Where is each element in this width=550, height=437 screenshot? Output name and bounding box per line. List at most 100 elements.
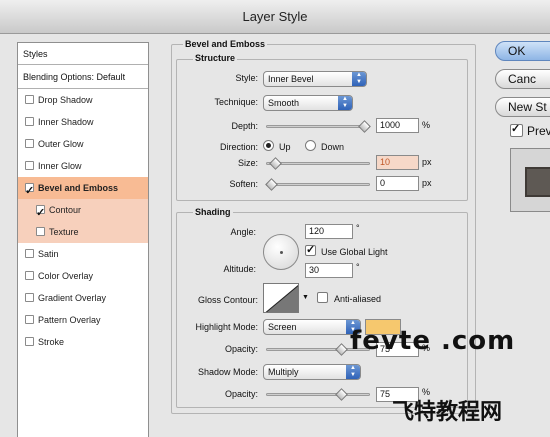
chevron-updown-icon: ▲ ▼ [338, 96, 352, 110]
size-label: Size: [237, 158, 258, 168]
preview-swatch [525, 167, 550, 197]
direction-up-label: Up [279, 142, 291, 152]
technique-select[interactable]: Smooth ▲ ▼ [263, 95, 353, 111]
style-item-label: Inner Glow [38, 161, 82, 171]
angle-field[interactable]: 120 [305, 224, 353, 239]
chevron-updown-icon: ▲ ▼ [346, 365, 360, 379]
style-item-checkbox[interactable] [25, 337, 34, 346]
direction-down-radio[interactable] [305, 140, 316, 151]
style-item-label: Bevel and Emboss [38, 183, 119, 193]
highlight-mode-value: Screen [268, 322, 297, 332]
angle-dial[interactable] [263, 234, 299, 270]
style-item-texture[interactable]: Texture [18, 221, 148, 243]
preview-checkbox[interactable] [510, 122, 523, 137]
style-item-checkbox[interactable] [25, 95, 34, 104]
angle-label: Angle: [230, 227, 256, 237]
style-item-checkbox[interactable] [25, 271, 34, 280]
depth-label: Depth: [231, 121, 258, 131]
technique-value: Smooth [268, 98, 300, 108]
dialog-body: Styles Blending Options: Default Drop Sh… [0, 34, 550, 437]
style-item-checkbox[interactable] [25, 315, 34, 324]
style-item-label: Gradient Overlay [38, 293, 107, 303]
direction-up-radio[interactable] [263, 140, 274, 151]
styles-list: Styles Blending Options: Default Drop Sh… [17, 42, 149, 437]
style-item-contour[interactable]: Contour [18, 199, 148, 224]
style-item-bevel-and-emboss[interactable]: Bevel and Emboss [18, 177, 148, 202]
soften-slider[interactable] [265, 178, 370, 191]
style-item-label: Drop Shadow [38, 95, 93, 105]
gloss-contour-arrow-icon[interactable]: ▼ [302, 294, 309, 301]
style-value: Inner Bevel [268, 74, 314, 84]
blending-options-item[interactable]: Blending Options: Default [18, 65, 148, 89]
style-item-label: Outer Glow [38, 139, 84, 149]
style-item-checkbox[interactable] [25, 161, 34, 170]
cancel-button[interactable]: Canc [495, 69, 550, 89]
style-item-gradient-overlay[interactable]: Gradient Overlay [18, 287, 148, 309]
style-item-label: Stroke [38, 337, 65, 347]
watermark-chinese: 飞特教程网 [392, 400, 503, 425]
shading-title: Shading [193, 207, 233, 217]
size-slider[interactable] [266, 157, 370, 170]
style-item-checkbox[interactable] [25, 249, 34, 258]
shadow-mode-label: Shadow Mode: [197, 367, 258, 377]
altitude-field[interactable]: 30 [305, 263, 353, 278]
soften-field[interactable]: 0 [376, 176, 419, 191]
gloss-contour-label: Gloss Contour: [197, 295, 258, 305]
style-item-satin[interactable]: Satin [18, 243, 148, 265]
style-select[interactable]: Inner Bevel ▲ ▼ [263, 71, 367, 87]
watermark-site: fevte .com [350, 326, 516, 356]
style-item-inner-shadow[interactable]: Inner Shadow [18, 111, 148, 133]
highlight-mode-label: Highlight Mode: [195, 322, 258, 332]
style-label: Style: [235, 73, 258, 83]
depth-unit: % [422, 120, 431, 130]
anti-aliased-checkbox[interactable] [317, 292, 328, 303]
angle-dial-dot [280, 251, 283, 254]
style-item-label: Pattern Overlay [38, 315, 101, 325]
style-item-label: Inner Shadow [38, 117, 94, 127]
structure-title: Structure [193, 53, 238, 63]
styles-header[interactable]: Styles [18, 43, 148, 65]
style-item-checkbox[interactable] [36, 227, 45, 236]
shadow-opacity-label: Opacity: [224, 389, 258, 399]
gloss-contour-picker[interactable] [263, 283, 299, 313]
size-field[interactable]: 10 [376, 155, 419, 170]
style-item-checkbox[interactable] [36, 202, 45, 224]
global-light-checkbox[interactable] [305, 243, 316, 256]
chevron-updown-icon: ▲ ▼ [352, 72, 366, 86]
style-item-label: Satin [38, 249, 59, 259]
soften-label: Soften: [229, 179, 258, 189]
style-item-outer-glow[interactable]: Outer Glow [18, 133, 148, 155]
altitude-unit: ° [356, 262, 360, 272]
shadow-opacity-slider[interactable] [266, 388, 370, 401]
new-style-button[interactable]: New St [495, 97, 550, 117]
direction-down-label: Down [321, 142, 345, 152]
ok-button[interactable]: OK [495, 41, 550, 61]
style-item-label: Texture [49, 227, 79, 237]
anti-aliased-label: Anti-aliased [334, 294, 382, 304]
window-title: Layer Style [0, 0, 550, 34]
style-item-pattern-overlay[interactable]: Pattern Overlay [18, 309, 148, 331]
shadow-mode-select[interactable]: Multiply ▲ ▼ [263, 364, 361, 380]
depth-slider[interactable] [266, 120, 371, 133]
shadow-mode-value: Multiply [268, 367, 299, 377]
angle-unit: ° [356, 223, 360, 233]
style-item-stroke[interactable]: Stroke [18, 331, 148, 353]
depth-field[interactable]: 1000 [376, 118, 419, 133]
bevel-emboss-title: Bevel and Emboss [183, 39, 268, 49]
technique-label: Technique: [214, 97, 258, 107]
style-item-label: Contour [49, 205, 82, 215]
style-item-checkbox[interactable] [25, 293, 34, 302]
altitude-label: Altitude: [223, 264, 256, 274]
style-item-color-overlay[interactable]: Color Overlay [18, 265, 148, 287]
highlight-opacity-label: Opacity: [224, 344, 258, 354]
global-light-label: Use Global Light [321, 247, 388, 257]
size-unit: px [422, 157, 432, 167]
direction-label: Direction: [219, 142, 258, 152]
contour-curve-icon [265, 285, 298, 312]
style-item-checkbox[interactable] [25, 139, 34, 148]
style-item-inner-glow[interactable]: Inner Glow [18, 155, 148, 177]
style-item-drop-shadow[interactable]: Drop Shadow [18, 89, 148, 111]
style-item-checkbox[interactable] [25, 180, 34, 202]
style-item-checkbox[interactable] [25, 117, 34, 126]
highlight-mode-select[interactable]: Screen ▲ ▼ [263, 319, 361, 335]
